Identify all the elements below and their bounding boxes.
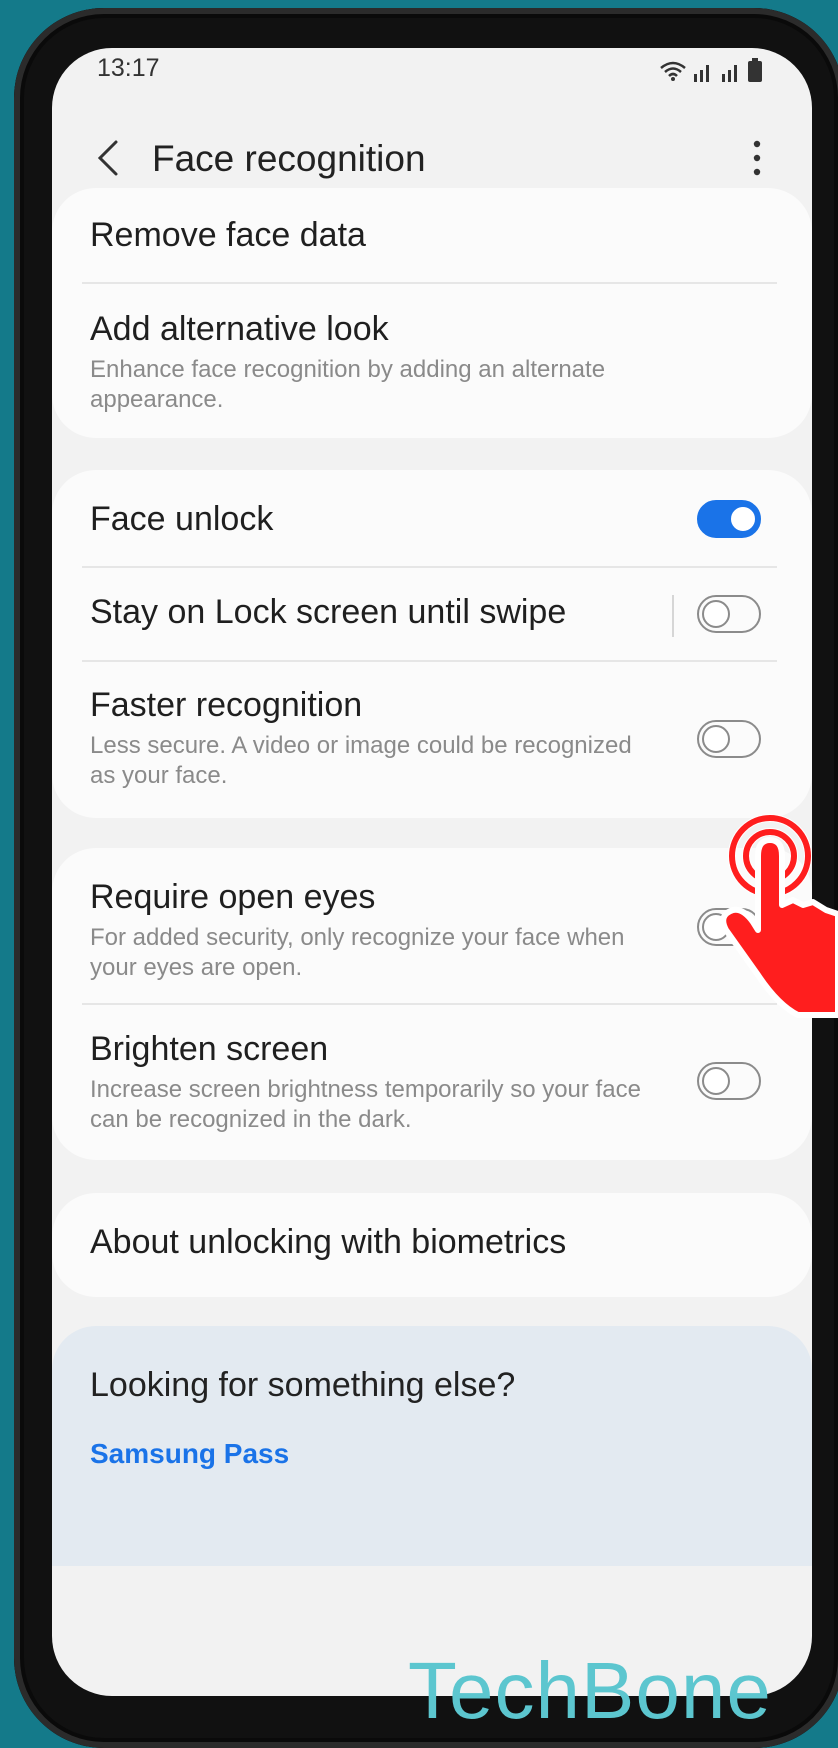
divider xyxy=(82,566,777,568)
toggle-knob xyxy=(702,725,730,753)
security-card: Require open eyes For added security, on… xyxy=(52,848,812,1160)
faster-recognition-label: Faster recognition xyxy=(90,686,363,724)
status-icons xyxy=(660,56,762,82)
alternative-look-item[interactable]: Add alternative look Enhance face recogn… xyxy=(90,310,780,415)
wifi-icon xyxy=(660,61,686,81)
unlock-settings-card: Face unlock Stay on Lock screen until sw… xyxy=(52,470,812,818)
faster-recognition-description: Less secure. A video or image could be r… xyxy=(90,732,632,789)
tap-hand-icon xyxy=(720,814,838,1018)
suggestions-panel: Looking for something else? Samsung Pass xyxy=(52,1326,812,1566)
stay-on-lock-item[interactable]: Stay on Lock screen until swipe xyxy=(90,593,780,632)
page-title: Face recognition xyxy=(152,138,426,179)
status-time: 13:17 xyxy=(97,54,160,82)
remove-face-data-item[interactable]: Remove face data xyxy=(90,216,780,255)
face-data-card: Remove face data Add alternative look En… xyxy=(52,188,812,438)
signal-icon xyxy=(722,65,737,82)
toggle-knob xyxy=(729,505,757,533)
more-vert-icon[interactable] xyxy=(747,136,767,180)
require-open-eyes-label: Require open eyes xyxy=(90,878,376,916)
divider xyxy=(82,282,777,284)
brighten-screen-item[interactable]: Brighten screen Increase screen brightne… xyxy=(90,1030,780,1135)
faster-recognition-toggle[interactable] xyxy=(697,720,761,758)
alternative-look-label: Add alternative look xyxy=(90,310,389,348)
stay-on-lock-label: Stay on Lock screen until swipe xyxy=(90,593,567,631)
face-unlock-toggle[interactable] xyxy=(697,500,761,538)
samsung-pass-link[interactable]: Samsung Pass xyxy=(90,1438,289,1470)
require-open-eyes-description: For added security, only recognize your … xyxy=(90,924,625,981)
watermark-logo: TechBone xyxy=(408,1646,772,1735)
toggle-knob xyxy=(702,1067,730,1095)
about-biometrics-label: About unlocking with biometrics xyxy=(90,1223,567,1261)
brighten-screen-toggle[interactable] xyxy=(697,1062,761,1100)
alternative-look-description: Enhance face recognition by adding an al… xyxy=(90,356,606,413)
faster-recognition-item[interactable]: Faster recognition Less secure. A video … xyxy=(90,686,780,791)
toggle-knob xyxy=(702,600,730,628)
app-header: Face recognition xyxy=(52,118,812,198)
require-open-eyes-item[interactable]: Require open eyes For added security, on… xyxy=(90,878,780,983)
about-card: About unlocking with biometrics xyxy=(52,1193,812,1297)
back-arrow-icon[interactable] xyxy=(92,138,126,178)
brighten-screen-description: Increase screen brightness temporarily s… xyxy=(90,1076,641,1133)
suggestions-heading: Looking for something else? xyxy=(90,1366,516,1404)
brighten-screen-label: Brighten screen xyxy=(90,1030,329,1068)
face-unlock-label: Face unlock xyxy=(90,500,274,538)
remove-face-data-label: Remove face data xyxy=(90,216,366,254)
divider xyxy=(82,660,777,662)
face-unlock-item[interactable]: Face unlock xyxy=(90,500,780,539)
vertical-separator xyxy=(672,595,674,637)
status-bar: 13:17 xyxy=(52,48,812,98)
screen: 13:17 Face recognition Remove face data … xyxy=(52,48,812,1696)
stay-on-lock-toggle[interactable] xyxy=(697,595,761,633)
divider xyxy=(82,1003,777,1005)
about-biometrics-item[interactable]: About unlocking with biometrics xyxy=(90,1223,780,1262)
signal-icon xyxy=(694,65,709,82)
battery-icon xyxy=(748,58,762,82)
